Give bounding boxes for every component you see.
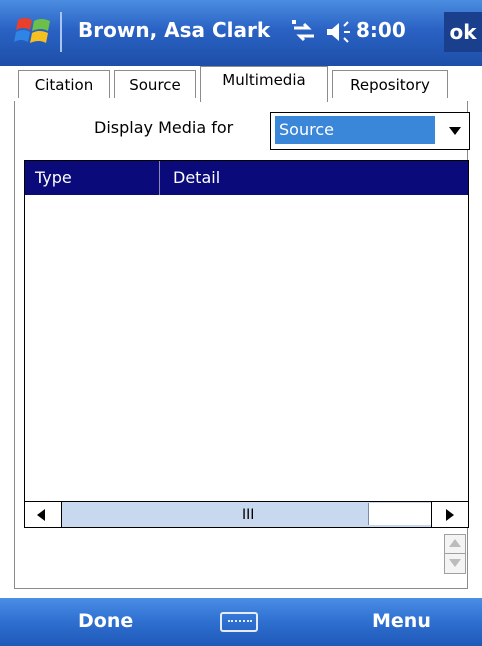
tab-source[interactable]: Source — [114, 70, 196, 98]
keyboard-icon[interactable] — [220, 612, 258, 632]
scroll-thumb[interactable]: III — [62, 503, 368, 525]
title-divider — [60, 12, 62, 52]
arrow-left-icon — [37, 509, 45, 521]
spin-up-icon[interactable] — [449, 539, 461, 547]
menu-bar: Done Menu — [0, 598, 482, 646]
tab-multimedia[interactable]: Multimedia — [200, 66, 328, 102]
windows-start-icon[interactable] — [14, 14, 54, 50]
chevron-down-icon[interactable] — [449, 127, 461, 135]
scroll-left-button[interactable] — [25, 502, 62, 527]
clock[interactable]: 8:00 — [356, 18, 406, 42]
display-media-dropdown[interactable]: Source — [270, 112, 470, 150]
column-header-detail[interactable]: Detail — [173, 161, 220, 195]
horizontal-scrollbar[interactable]: III — [25, 501, 468, 527]
spin-down-icon[interactable] — [449, 559, 461, 567]
spin-divider — [445, 553, 465, 554]
tab-repository[interactable]: Repository — [332, 70, 448, 98]
display-media-selected[interactable]: Source — [275, 116, 435, 144]
scroll-track[interactable] — [368, 503, 431, 525]
done-softkey[interactable]: Done — [78, 610, 133, 632]
tab-spinner[interactable] — [444, 534, 466, 574]
title-bar: Brown, Asa Clark 8:00 ok — [0, 0, 482, 66]
scroll-grip: III — [242, 507, 255, 523]
list-header: Type Detail — [25, 161, 468, 195]
media-list[interactable]: Type Detail III — [24, 160, 469, 528]
display-media-label: Display Media for — [94, 118, 234, 137]
ok-button[interactable]: ok — [444, 12, 482, 52]
connectivity-icon[interactable] — [290, 18, 318, 46]
keyboard-keys — [228, 620, 252, 624]
app-title: Brown, Asa Clark — [78, 18, 271, 42]
volume-icon[interactable] — [324, 18, 352, 46]
scroll-right-button[interactable] — [431, 502, 468, 527]
tab-citation[interactable]: Citation — [18, 70, 110, 98]
arrow-right-icon — [446, 509, 454, 521]
menu-softkey[interactable]: Menu — [372, 610, 431, 632]
column-separator[interactable] — [159, 161, 160, 195]
column-header-type[interactable]: Type — [35, 161, 72, 195]
